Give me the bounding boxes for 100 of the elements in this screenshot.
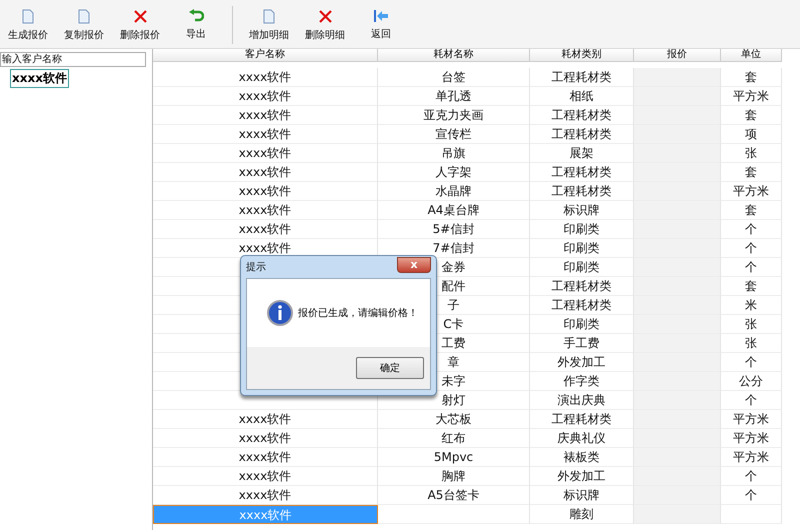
- toolbar-button[interactable]: 返回: [355, 2, 407, 48]
- table-cell: 台签: [378, 68, 530, 87]
- table-cell: 工程耗材类: [530, 125, 634, 144]
- table-cell: 宣传栏: [378, 125, 530, 144]
- table-cell: xxxx软件: [153, 467, 378, 486]
- toolbar-button[interactable]: 导出: [170, 2, 222, 48]
- table-cell: 标识牌: [530, 201, 634, 220]
- document-icon: [263, 8, 275, 24]
- table-cell: xxxx软件: [153, 68, 378, 87]
- table-cell: 个: [721, 467, 782, 486]
- table-cell: xxxx软件: [153, 220, 378, 239]
- table-cell: 套: [721, 277, 782, 296]
- column-header[interactable]: 耗材类别: [530, 49, 634, 62]
- ok-button[interactable]: 确定: [356, 357, 424, 379]
- undo-arrow-icon: [188, 9, 204, 23]
- table-cell: 标识牌: [530, 486, 634, 505]
- table-cell: 工程耗材类: [530, 296, 634, 315]
- table-cell: 工程耗材类: [530, 163, 634, 182]
- toolbar-button[interactable]: 生成报价: [2, 2, 54, 48]
- table-cell: 个: [721, 486, 782, 505]
- table-cell: 米: [721, 296, 782, 315]
- table-cell: 项: [721, 125, 782, 144]
- table-cell: 个: [721, 239, 782, 258]
- table-cell: 工程耗材类: [530, 106, 634, 125]
- toolbar-button[interactable]: 复制报价: [58, 2, 110, 48]
- table-cell: 作字类: [530, 372, 634, 391]
- table-cell: 演出庆典: [530, 391, 634, 410]
- table-cell: 裱板类: [530, 448, 634, 467]
- table-cell: xxxx软件: [153, 505, 378, 524]
- table-cell: 公分: [721, 372, 782, 391]
- table-cell: 印刷类: [530, 239, 634, 258]
- table-cell: 套: [721, 201, 782, 220]
- table-cell: xxxx软件: [153, 87, 378, 106]
- table-cell: 手工费: [530, 334, 634, 353]
- table-cell: A5台签卡: [378, 486, 530, 505]
- info-icon: [267, 300, 293, 326]
- table-cell: 雕刻: [530, 505, 634, 524]
- table-cell: 平方米: [721, 182, 782, 201]
- table-cell: 人字架: [378, 163, 530, 182]
- table-cell: 亚克力夹画: [378, 106, 530, 125]
- table-cell: 张: [721, 334, 782, 353]
- tree-item[interactable]: xxxx软件: [10, 69, 69, 88]
- column-header[interactable]: 耗材名称: [378, 49, 530, 62]
- table-cell: 5Mpvc: [378, 448, 530, 467]
- table-cell: xxxx软件: [153, 239, 378, 258]
- table-cell: 平方米: [721, 448, 782, 467]
- table-cell: 平方米: [721, 410, 782, 429]
- table-cell: 大芯板: [378, 410, 530, 429]
- table-cell: 红布: [378, 429, 530, 448]
- delete-icon: [318, 8, 332, 24]
- table-cell: 展架: [530, 144, 634, 163]
- table-cell: 个: [721, 353, 782, 372]
- table-cell: A4桌台牌: [378, 201, 530, 220]
- table-cell: 工程耗材类: [530, 182, 634, 201]
- table-cell: 5#信封: [378, 220, 530, 239]
- table-cell: 个: [721, 220, 782, 239]
- table-cell: 套: [721, 68, 782, 87]
- table-cell: 印刷类: [530, 220, 634, 239]
- table-cell: 个: [721, 258, 782, 277]
- table-cell: xxxx软件: [153, 163, 378, 182]
- table-cell: 套: [721, 163, 782, 182]
- table-cell: 张: [721, 315, 782, 334]
- table-cell: 套: [721, 106, 782, 125]
- document-icon: [78, 8, 90, 24]
- table-cell: xxxx软件: [153, 182, 378, 201]
- table-cell: xxxx软件: [153, 410, 378, 429]
- table-cell: 庆典礼仪: [530, 429, 634, 448]
- table-cell: xxxx软件: [153, 429, 378, 448]
- table-cell: 个: [721, 391, 782, 410]
- table-cell: 印刷类: [530, 258, 634, 277]
- table-cell: xxxx软件: [153, 486, 378, 505]
- column-header[interactable]: 客户名称: [153, 49, 378, 62]
- toolbar-button[interactable]: 删除报价: [114, 2, 166, 48]
- column-header[interactable]: 报价: [634, 49, 721, 62]
- table-cell: xxxx软件: [153, 448, 378, 467]
- table-cell: 工程耗材类: [530, 410, 634, 429]
- table-cell: 印刷类: [530, 315, 634, 334]
- table-cell: xxxx软件: [153, 144, 378, 163]
- table-cell: xxxx软件: [153, 125, 378, 144]
- toolbar-button[interactable]: 增加明细: [243, 2, 295, 48]
- column-header[interactable]: 单位: [721, 49, 782, 62]
- table-cell: 射灯: [378, 391, 530, 410]
- table-cell: 单孔透: [378, 87, 530, 106]
- table-cell: xxxx软件: [153, 201, 378, 220]
- table-cell: 张: [721, 144, 782, 163]
- table-cell: 工程耗材类: [530, 277, 634, 296]
- document-icon: [22, 8, 34, 24]
- table-cell: 相纸: [530, 87, 634, 106]
- delete-icon: [132, 8, 148, 24]
- toolbar-button[interactable]: 删除明细: [299, 2, 351, 48]
- table-cell: 外发加工: [530, 467, 634, 486]
- table-cell: 水晶牌: [378, 182, 530, 201]
- table-cell: 外发加工: [530, 353, 634, 372]
- table-cell: 胸牌: [378, 467, 530, 486]
- table-cell: 工程耗材类: [530, 68, 634, 87]
- back-arrow-icon: [373, 9, 389, 23]
- table-cell: 平方米: [721, 87, 782, 106]
- search-field[interactable]: 输入客户名称: [0, 52, 146, 67]
- table-cell: xxxx软件: [153, 106, 378, 125]
- dialog-title: 提示: [246, 261, 266, 274]
